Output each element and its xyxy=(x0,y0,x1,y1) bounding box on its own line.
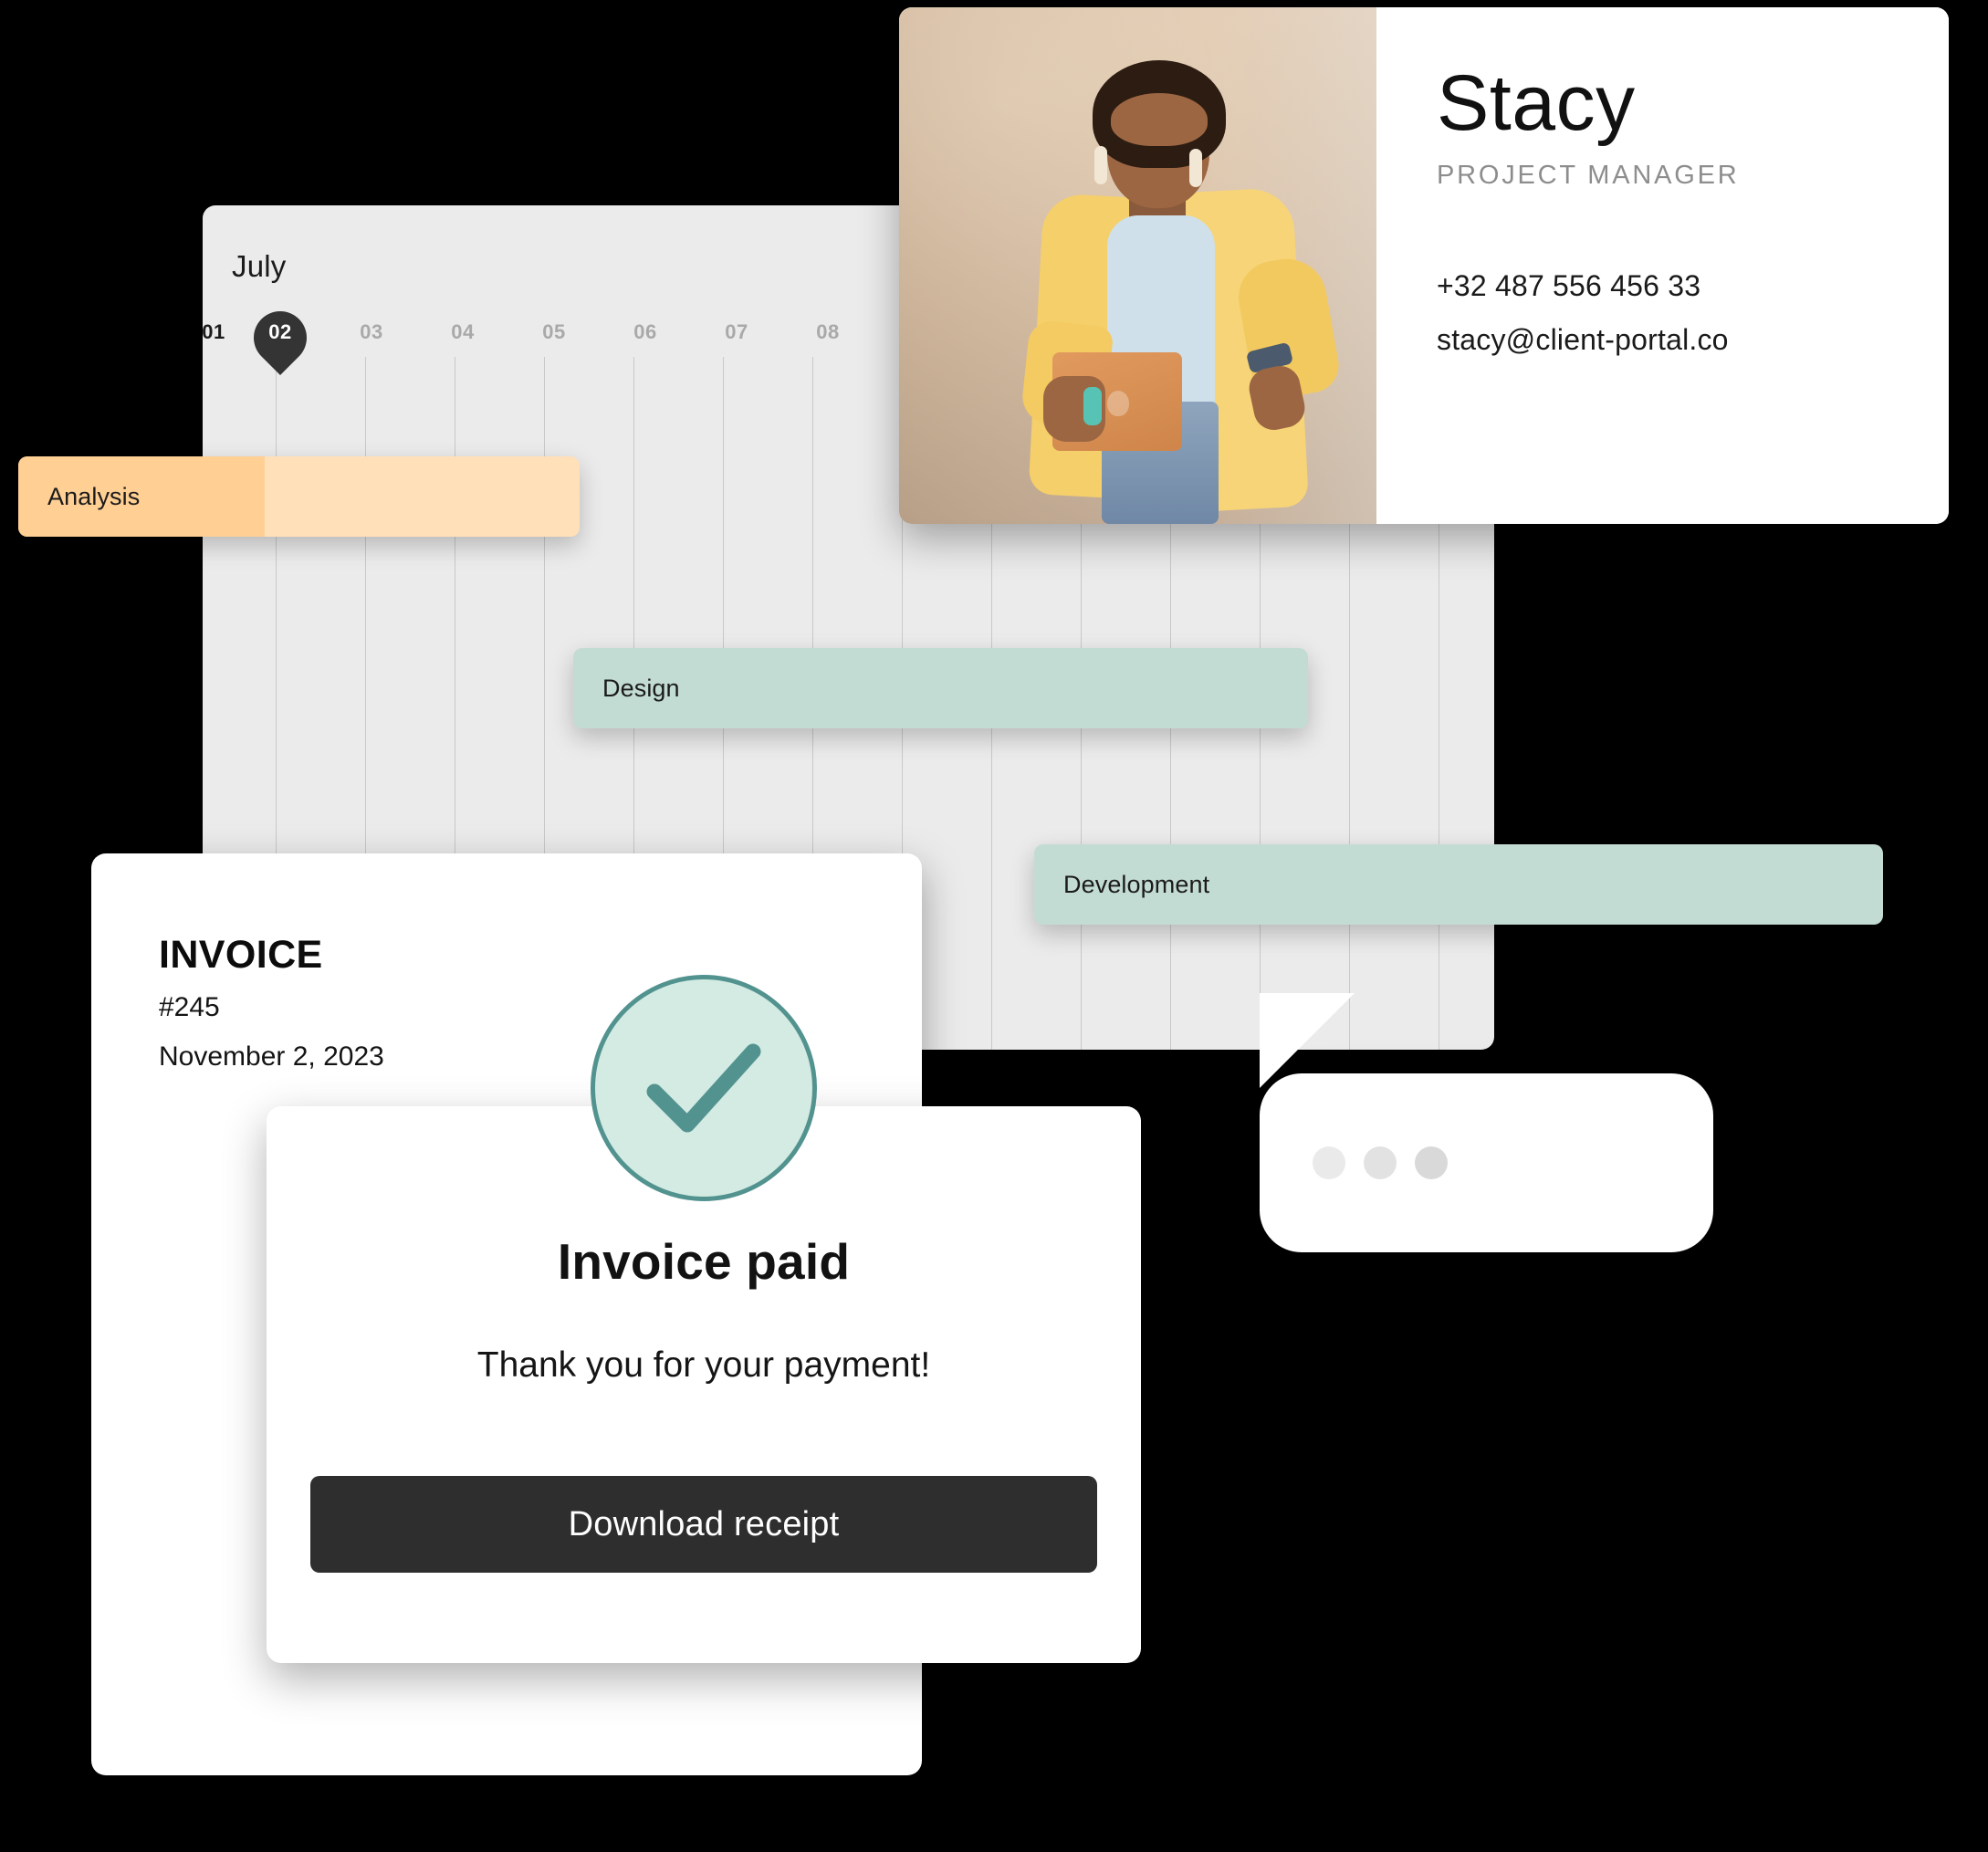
check-circle-icon xyxy=(591,975,817,1201)
gantt-bar-analysis[interactable]: Analysis xyxy=(18,456,580,537)
figure-earring-right xyxy=(1189,149,1202,187)
profile-phone[interactable]: +32 487 556 456 33 xyxy=(1437,269,1949,303)
profile-photo xyxy=(899,7,1376,524)
typing-dot xyxy=(1364,1146,1397,1179)
timeline-month-label: July xyxy=(232,249,287,283)
timeline-day-08[interactable]: 08 xyxy=(816,320,839,344)
profile-details: Stacy PROJECT MANAGER +32 487 556 456 33… xyxy=(1376,7,1949,524)
timeline-day-05[interactable]: 05 xyxy=(542,320,565,344)
profile-name: Stacy xyxy=(1437,59,1636,147)
paid-title: Invoice paid xyxy=(557,1233,851,1290)
figure-nails xyxy=(1083,387,1102,425)
chat-bubble-tail xyxy=(1260,993,1355,1088)
typing-dot xyxy=(1415,1146,1448,1179)
invoice-date: November 2, 2023 xyxy=(159,1041,384,1072)
timeline-day-04[interactable]: 04 xyxy=(451,320,474,344)
paid-subtitle: Thank you for your payment! xyxy=(476,1345,931,1385)
invoice-paid-modal: Invoice paid Thank you for your payment!… xyxy=(267,975,1141,1663)
profile-role: PROJECT MANAGER xyxy=(1437,161,1740,190)
timeline-day-02[interactable]: 02 xyxy=(268,320,291,344)
composition-stage: July 01 02 03 04 05 06 07 08 Analysis De… xyxy=(0,0,1988,1852)
profile-email[interactable]: stacy@client-portal.co xyxy=(1437,323,1949,357)
download-receipt-button[interactable]: Download receipt xyxy=(310,1476,1097,1573)
invoice-number: #245 xyxy=(159,992,220,1022)
chat-bubble[interactable] xyxy=(1260,1073,1713,1252)
timeline-day-07[interactable]: 07 xyxy=(725,320,748,344)
gantt-bar-label: Design xyxy=(602,674,680,702)
timeline-day-01[interactable]: 01 xyxy=(202,320,225,344)
typing-dot xyxy=(1313,1146,1345,1179)
figure-hair xyxy=(1093,60,1226,168)
gantt-bar-label: Development xyxy=(1063,870,1210,898)
timeline-day-06[interactable]: 06 xyxy=(633,320,656,344)
profile-card: Stacy PROJECT MANAGER +32 487 556 456 33… xyxy=(899,7,1949,524)
figure-earring-left xyxy=(1094,146,1107,184)
typing-dots-icon xyxy=(1313,1146,1448,1179)
invoice-title: INVOICE xyxy=(159,933,323,977)
gantt-bar-design[interactable]: Design xyxy=(573,648,1308,728)
timeline-day-03[interactable]: 03 xyxy=(360,320,382,344)
gantt-bar-development[interactable]: Development xyxy=(1034,844,1883,925)
gantt-bar-label: Analysis xyxy=(47,482,141,510)
